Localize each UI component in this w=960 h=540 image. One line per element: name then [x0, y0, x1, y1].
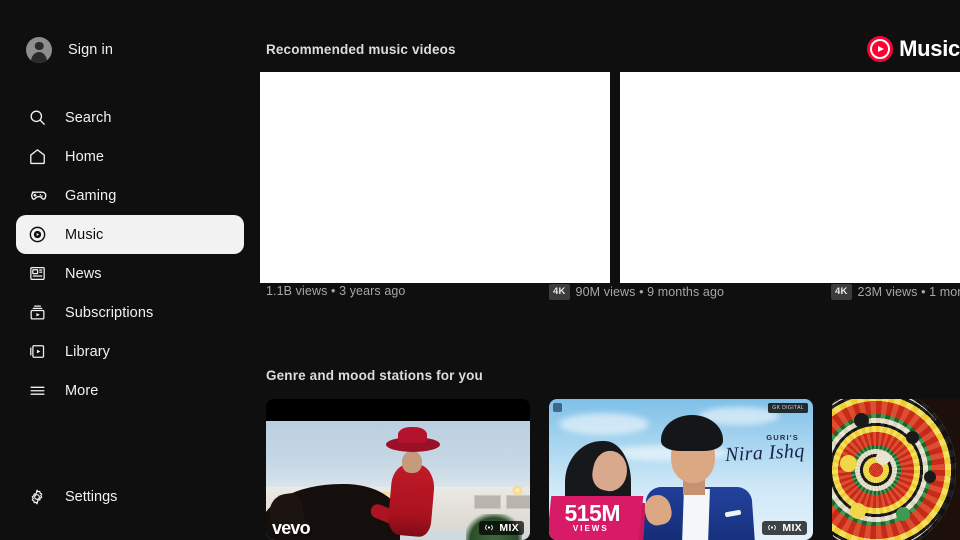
sidebar-account-signin[interactable]: Sign in	[0, 33, 260, 67]
video-meta-text: 90M views • 9 months ago	[575, 284, 725, 299]
video-meta: 4K 23M views • 1 month	[831, 284, 960, 300]
gear-icon	[26, 486, 48, 508]
sidebar: Sign in Search Home Gaming Music News Su…	[0, 0, 260, 540]
hamburger-icon	[26, 380, 48, 402]
sign-in-label: Sign in	[68, 42, 114, 58]
mix-badge: MIX	[479, 520, 524, 535]
resolution-badge: 4K	[831, 284, 852, 300]
sidebar-item-label: Library	[65, 343, 111, 360]
sidebar-item-label: Home	[65, 148, 105, 165]
youtube-music-brand: Music	[867, 36, 960, 62]
artwork-mirror-dot	[906, 431, 919, 444]
artwork-mirror-dot	[876, 451, 890, 465]
sidebar-item-news[interactable]: News	[16, 254, 244, 293]
brand-label: Music	[899, 36, 960, 61]
sidebar-item-label: News	[65, 265, 102, 282]
sidebar-item-home[interactable]: Home	[16, 137, 244, 176]
artwork-cloud	[559, 413, 649, 435]
artwork-rider-body	[386, 462, 437, 538]
vevo-watermark: vevo	[272, 518, 311, 538]
artwork-rider-head	[402, 451, 422, 473]
subscriptions-icon	[26, 302, 48, 324]
artwork-mirror-dot	[850, 503, 866, 519]
video-meta: 1.1B views • 3 years ago	[266, 284, 406, 298]
sidebar-item-label: Music	[65, 226, 104, 243]
broadcast-icon	[483, 523, 495, 532]
artwork-window	[474, 495, 501, 509]
artwork-corner-badge: GK DIGITAL	[768, 403, 808, 413]
news-icon	[26, 263, 48, 285]
artwork-mirror-dot	[924, 471, 936, 483]
shelf-title-recommended: Recommended music videos	[266, 42, 456, 57]
mix-label: MIX	[499, 521, 519, 534]
artwork-views-label: VIEWS	[572, 524, 609, 534]
station-card[interactable]	[832, 399, 960, 540]
video-thumbnail[interactable]	[260, 72, 610, 283]
music-disc-icon	[26, 224, 48, 246]
sidebar-settings-label: Settings	[65, 488, 118, 505]
youtube-music-play-icon	[867, 36, 894, 62]
artwork-views-badge: 515M VIEWS	[549, 496, 644, 540]
artwork-cowboy-hat-crown	[398, 427, 427, 443]
artwork-letterbox	[266, 399, 530, 421]
sidebar-item-subscriptions[interactable]: Subscriptions	[16, 293, 244, 332]
video-meta-text: 1.1B views • 3 years ago	[266, 284, 406, 298]
sidebar-item-library[interactable]: Library	[16, 332, 244, 371]
artwork-lamp	[512, 485, 523, 496]
artwork-title-line: Nira Ishq	[724, 439, 806, 467]
sidebar-item-settings[interactable]: Settings	[16, 477, 117, 516]
sidebar-item-label: More	[65, 382, 99, 399]
broadcast-icon	[766, 523, 778, 532]
recommended-video-meta-row: 1.1B views • 3 years ago 4K 90M views • …	[260, 284, 960, 302]
mix-label: MIX	[782, 521, 802, 534]
artwork-mirror-dot	[854, 413, 869, 428]
sidebar-item-gaming[interactable]: Gaming	[16, 176, 244, 215]
shelf-title-genre-stations: Genre and mood stations for you	[266, 368, 483, 383]
artwork-corner-logo	[553, 403, 562, 412]
video-thumbnail[interactable]	[620, 72, 960, 283]
sidebar-item-search[interactable]: Search	[16, 98, 244, 137]
sidebar-nav: Search Home Gaming Music News Subscripti…	[0, 98, 260, 410]
artwork-views-number: 515M	[564, 499, 621, 526]
station-card[interactable]: GK DIGITAL GURI'S Nira Ishq 515M VIEWS M…	[549, 399, 813, 540]
resolution-badge: 4K	[549, 284, 570, 300]
account-circle-icon	[26, 37, 52, 63]
artwork-window	[506, 495, 530, 509]
search-icon	[26, 107, 48, 129]
main-content: Recommended music videos Music 1.1B view…	[260, 0, 960, 540]
app-root: Sign in Search Home Gaming Music News Su…	[0, 0, 960, 540]
sidebar-item-label: Subscriptions	[65, 304, 154, 321]
artwork-shirt	[682, 489, 710, 540]
sidebar-item-label: Gaming	[65, 187, 117, 204]
recommended-video-row	[260, 72, 960, 283]
library-icon	[26, 341, 48, 363]
artwork-mirror-dot	[840, 455, 857, 472]
genre-station-row: vevo MIX GK DIGITAL GURI'S Nira Ishq 515…	[266, 399, 960, 540]
station-card[interactable]: vevo MIX	[266, 399, 530, 540]
home-icon	[26, 146, 48, 168]
mix-badge: MIX	[762, 520, 807, 535]
artwork-mirror-dot	[896, 507, 910, 521]
gamepad-icon	[26, 185, 48, 207]
sidebar-item-label: Search	[65, 109, 112, 126]
video-meta: 4K 90M views • 9 months ago	[549, 284, 724, 300]
video-meta-text: 23M views • 1 month	[857, 284, 960, 299]
sidebar-item-music[interactable]: Music	[16, 215, 244, 254]
sidebar-item-more[interactable]: More	[16, 371, 244, 410]
